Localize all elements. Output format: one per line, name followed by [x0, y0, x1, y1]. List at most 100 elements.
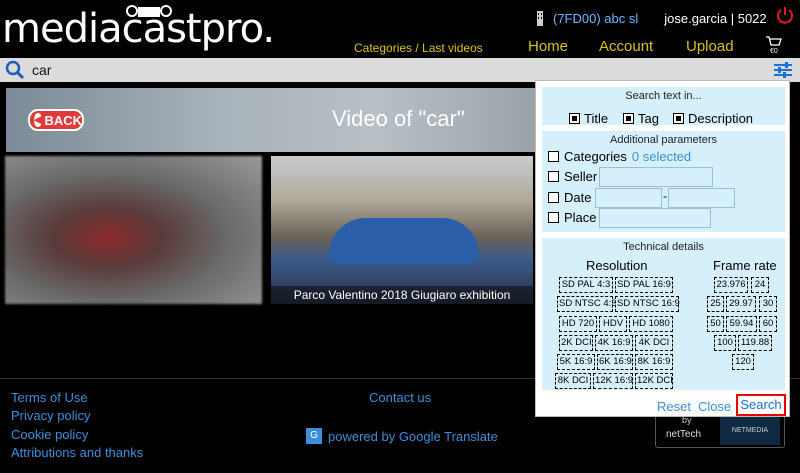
car-image	[329, 218, 479, 264]
search-bar	[0, 58, 800, 82]
terms-link[interactable]: Terms of Use	[11, 390, 88, 405]
technical-title: Technical details	[623, 241, 704, 253]
search-button[interactable]: Search	[736, 394, 786, 416]
title-checkbox[interactable]	[569, 113, 580, 124]
resolution-tag[interactable]: SD NTSC 16:9	[615, 296, 680, 312]
seller-label: Seller	[564, 169, 598, 184]
option-tag[interactable]: Tag	[623, 111, 659, 126]
description-checkbox[interactable]	[673, 113, 684, 124]
resolution-tag[interactable]: SD PAL 4:3	[559, 277, 613, 293]
resolution-tag[interactable]: 12K 16:9	[593, 373, 633, 389]
frame-rate-tag[interactable]: 29.97	[726, 296, 756, 312]
resolution-tag[interactable]: 4K DCI	[635, 335, 673, 351]
power-icon[interactable]	[776, 6, 794, 24]
option-title[interactable]: Title	[569, 111, 608, 126]
search-text-section: Search text in... Title Tag Description	[542, 87, 785, 126]
video-thumbnail[interactable]: Parco Valentino 2018 Giugiaro exhibition	[271, 156, 533, 304]
user-label[interactable]: jose.garcia | 5022	[664, 11, 766, 26]
frame-rate-tag[interactable]: 30	[759, 296, 777, 312]
categories-checkbox[interactable]	[548, 151, 559, 162]
date-checkbox[interactable]	[548, 192, 559, 203]
attributions-link[interactable]: Attributions and thanks	[11, 445, 143, 460]
netmedia-logo: NETMEDIA	[720, 417, 780, 445]
date-from-input[interactable]	[595, 188, 662, 208]
resolution-tag[interactable]: 6K 16:9	[597, 354, 633, 370]
option-title-label: Title	[584, 111, 609, 126]
building-icon	[537, 11, 543, 26]
back-button[interactable]: ◀ BACK	[28, 109, 84, 131]
date-label: Date	[564, 190, 592, 205]
frame-rate-tag[interactable]: 60	[759, 316, 777, 332]
place-input[interactable]	[599, 208, 711, 228]
option-tag-label: Tag	[638, 111, 659, 126]
nettech-logo: netTech	[666, 429, 702, 440]
cart-icon[interactable]: €0	[764, 34, 784, 54]
frame-rate-title: Frame rate	[713, 258, 777, 273]
date-to-input[interactable]	[668, 188, 735, 208]
frame-rate-tag[interactable]: 120	[732, 354, 754, 370]
breadcrumb[interactable]: Categories / Last videos	[354, 41, 483, 59]
back-label: BACK	[44, 112, 83, 128]
reset-button[interactable]: Reset	[657, 399, 691, 414]
resolution-tag[interactable]: HD 1080	[629, 316, 673, 332]
seller-input[interactable]	[599, 167, 713, 187]
video-thumbnail[interactable]	[5, 156, 262, 304]
resolution-tag[interactable]: 4K 16:9	[595, 335, 633, 351]
nav-home[interactable]: Home	[528, 38, 568, 56]
resolution-tag[interactable]: HDV	[599, 316, 627, 332]
frame-rate-tag[interactable]: 23.976	[714, 277, 748, 293]
additional-title: Additional parameters	[609, 134, 717, 146]
nav-upload[interactable]: Upload	[686, 38, 734, 56]
camera-icon	[126, 5, 172, 17]
frame-rate-tag[interactable]: 24	[751, 277, 769, 293]
close-button[interactable]: Close	[698, 399, 731, 414]
date-row[interactable]: Date	[548, 190, 591, 205]
frame-rate-tag[interactable]: 100	[714, 335, 736, 351]
company-label[interactable]: (7FD00) abc sl	[553, 11, 638, 26]
resolution-tag[interactable]: SD PAL 16:9	[615, 277, 673, 293]
search-input[interactable]	[32, 60, 532, 80]
nav-account[interactable]: Account	[599, 38, 653, 56]
seller-checkbox[interactable]	[548, 171, 559, 182]
filter-settings-icon[interactable]	[772, 60, 794, 80]
resolution-tag[interactable]: 8K 16:9	[635, 354, 673, 370]
date-separator: -	[663, 189, 667, 203]
resolution-title: Resolution	[586, 258, 648, 273]
privacy-link[interactable]: Privacy policy	[11, 408, 90, 423]
contact-link[interactable]: Contact us	[369, 390, 431, 405]
resolution-tag[interactable]: SD NTSC 4:3	[557, 296, 617, 312]
user-area: (7FD00) abc sl jose.garcia | 5022	[535, 10, 767, 26]
translate-icon: G	[306, 428, 322, 444]
seller-row[interactable]: Seller	[548, 169, 597, 184]
google-translate[interactable]: G powered by Google Translate	[306, 428, 498, 444]
resolution-tag[interactable]: 8K DCI	[555, 373, 591, 389]
place-checkbox[interactable]	[548, 212, 559, 223]
frame-rate-tag[interactable]: 119.88	[738, 335, 772, 351]
video-caption: Parco Valentino 2018 Giugiaro exhibition	[271, 286, 533, 304]
categories-selected[interactable]: 0 selected	[632, 149, 691, 164]
additional-parameters-section: Additional parameters Categories 0 selec…	[542, 131, 785, 232]
frame-rate-tag[interactable]: 59.94	[726, 316, 757, 332]
search-text-title: Search text in...	[625, 90, 702, 102]
categories-row[interactable]: Categories 0 selected	[548, 149, 691, 164]
page-title: Video of "car"	[332, 106, 465, 131]
search-icon[interactable]	[4, 60, 26, 80]
translate-label: powered by Google Translate	[328, 428, 498, 444]
frame-rate-tag[interactable]: 50	[707, 316, 724, 332]
option-description-label: Description	[688, 111, 754, 126]
place-label: Place	[564, 210, 597, 225]
frame-rate-tag[interactable]: 25	[707, 296, 724, 312]
categories-label: Categories	[564, 149, 627, 164]
resolution-tag[interactable]: 12K DCI	[635, 373, 673, 389]
resolution-tag[interactable]: 2K DCI	[559, 335, 593, 351]
cart-amount: €0	[770, 48, 778, 54]
tag-checkbox[interactable]	[623, 113, 634, 124]
option-description[interactable]: Description	[673, 111, 753, 126]
advanced-search-panel: Search text in... Title Tag Description …	[535, 80, 790, 417]
header: mediacastpro. (7FD00) abc sl jose.garcia…	[0, 0, 800, 58]
technical-details-section: Technical details Resolution Frame rate …	[542, 238, 785, 390]
cookie-link[interactable]: Cookie policy	[11, 427, 88, 442]
resolution-tag[interactable]: HD 720	[559, 316, 597, 332]
place-row[interactable]: Place	[548, 210, 597, 225]
resolution-tag[interactable]: 5K 16:9	[557, 354, 595, 370]
